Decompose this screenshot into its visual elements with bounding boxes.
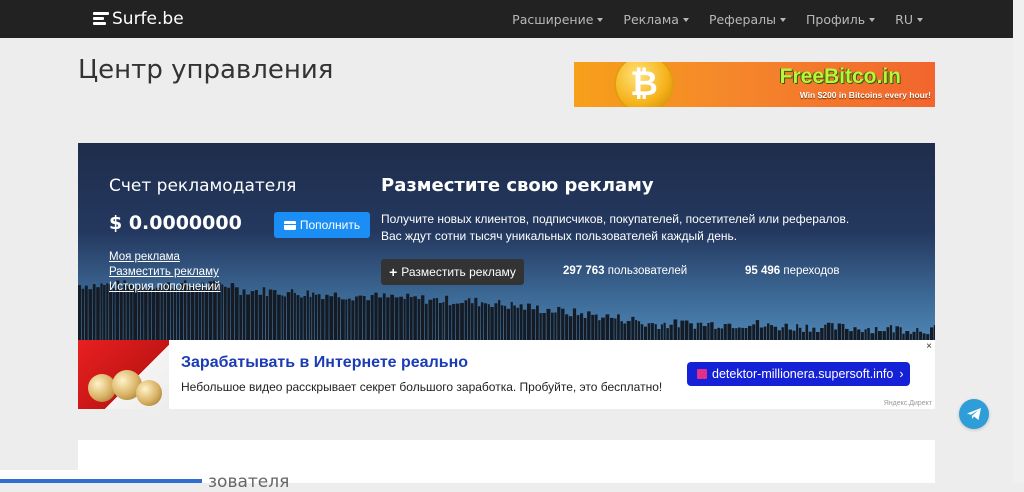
advertiser-hero: Счет рекламодателя $ 0.0000000 Пополнить… [78, 143, 935, 340]
ad-image[interactable] [78, 340, 169, 409]
site-logo[interactable]: Surfe.be [93, 8, 184, 30]
page-title: Центр управления [78, 55, 334, 85]
telegram-button[interactable] [959, 399, 989, 429]
ad-link-label: detektor-millionera.supersoft.info [712, 367, 894, 381]
cta-line-1: Получите новых клиентов, подписчиков, по… [381, 212, 850, 226]
bottom-card-heading: зователя [208, 472, 290, 492]
caret-down-icon [917, 18, 923, 22]
caret-down-icon [682, 18, 689, 22]
clicks-label: переходов [783, 265, 840, 277]
nav-referrals[interactable]: Рефералы [709, 12, 786, 27]
users-stat: 297 763 пользователей [563, 265, 687, 277]
ad-close-icon[interactable]: × [926, 341, 932, 352]
account-title: Счет рекламодателя [109, 176, 297, 196]
page-scrollbar[interactable] [1013, 0, 1024, 483]
place-ad-label: Разместить рекламу [401, 265, 516, 279]
topup-button[interactable]: Пополнить [274, 212, 370, 238]
cta-line-2: Вас ждут сотни тысяч уникальных пользова… [381, 229, 738, 243]
plus-icon: + [389, 264, 398, 280]
cta-description: Получите новых клиентов, подписчиков, по… [381, 211, 849, 245]
page-load-progress [0, 479, 202, 483]
logo-icon [93, 12, 109, 26]
nav-language-label: RU [895, 11, 913, 27]
cta-title: Разместите свою рекламу [381, 175, 654, 196]
nav-advertising[interactable]: Реклама [623, 12, 689, 27]
main-nav: Расширение Реклама Рефералы Профиль RU [492, 0, 923, 38]
nav-advertising-label: Реклама [623, 11, 679, 27]
caret-down-icon [597, 18, 604, 22]
account-links: Моя реклама Разместить рекламу История п… [109, 250, 220, 295]
nav-profile[interactable]: Профиль [806, 11, 876, 27]
clicks-count: 95 496 [745, 265, 781, 277]
top-navbar: Surfe.be Расширение Реклама Рефералы Про… [0, 0, 1013, 38]
bottom-card [78, 440, 935, 483]
users-label: пользователей [607, 265, 688, 277]
telegram-icon [967, 408, 981, 420]
nav-referrals-label: Рефералы [708, 11, 776, 27]
chevron-right-icon: › [899, 367, 904, 381]
users-count: 297 763 [563, 265, 605, 277]
coin-icon [136, 380, 162, 406]
sponsored-ad[interactable]: Зарабатывать в Интернете реально Небольш… [78, 340, 935, 409]
promo-tagline: Win $200 in Bitcoins every hour! [799, 90, 931, 100]
clicks-stat: 95 496 переходов [745, 265, 840, 277]
site-favicon-icon [697, 369, 707, 379]
link-my-ads[interactable]: Моя реклама [109, 250, 220, 265]
logo-text: Surfe.be [112, 9, 184, 29]
account-balance: $ 0.0000000 [109, 212, 242, 234]
promo-banner[interactable]: ₿ FreeBitco.in Win $200 in Bitcoins ever… [574, 62, 935, 107]
link-place-ad[interactable]: Разместить рекламу [109, 265, 220, 280]
place-ad-button[interactable]: + Разместить рекламу [381, 259, 524, 285]
ad-headline[interactable]: Зарабатывать в Интернете реально [181, 354, 468, 372]
nav-extension[interactable]: Расширение [512, 11, 604, 27]
nav-extension-label: Расширение [512, 11, 594, 27]
topup-label: Пополнить [299, 218, 361, 232]
caret-down-icon [780, 18, 786, 22]
link-topup-history[interactable]: История пополнений [109, 280, 220, 295]
nav-language[interactable]: RU [895, 12, 923, 27]
nav-profile-label: Профиль [806, 11, 866, 27]
ad-link-button[interactable]: detektor-millionera.supersoft.info › [687, 362, 910, 386]
promo-brand: FreeBitco.in [779, 65, 901, 88]
ad-text: Небольшое видео расскрывает секрет больш… [181, 380, 663, 394]
bitcoin-coin-icon: ₿ [614, 62, 674, 107]
ad-source-label: Яндекс.Директ [883, 400, 932, 407]
caret-down-icon [869, 18, 876, 22]
credit-card-icon [283, 220, 296, 230]
